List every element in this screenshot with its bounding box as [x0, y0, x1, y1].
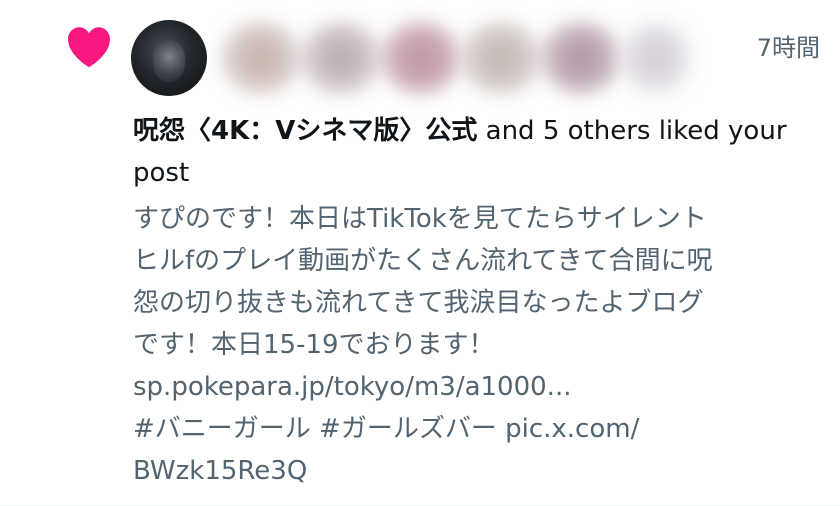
- post-hashtags[interactable]: #バニーガール #ガールズバー pic.x.com/: [133, 408, 823, 450]
- post-line: すぴのです！本日はTikTokを見てたらサイレント: [133, 204, 707, 234]
- notification-title: 呪怨〈4K：Vシネマ版〉公式 and 5 others liked your p…: [133, 110, 813, 194]
- liker-avatars: [131, 18, 691, 96]
- post-line: ヒルfのプレイ動画がたくさん流れてきて合間に呪: [133, 246, 713, 276]
- avatar[interactable]: [221, 22, 301, 94]
- actor-name[interactable]: 呪怨〈4K：Vシネマ版〉公式: [133, 116, 477, 146]
- timestamp: 7時間: [756, 34, 820, 62]
- heart-icon: [68, 27, 110, 68]
- avatar[interactable]: [621, 22, 691, 94]
- avatar[interactable]: [381, 22, 461, 94]
- post-line: です！本日15-19でおります！: [133, 330, 495, 360]
- avatar[interactable]: [131, 20, 207, 96]
- post-line: 怨の切り抜きも流れてきて我涙目なったよブログ: [133, 288, 704, 318]
- post-preview[interactable]: すぴのです！本日はTikTokを見てたらサイレント ヒルfのプレイ動画がたくさん…: [133, 198, 823, 492]
- avatar[interactable]: [301, 22, 381, 94]
- post-link[interactable]: sp.pokepara.jp/tokyo/m3/a1000...: [133, 366, 823, 408]
- avatar[interactable]: [461, 22, 541, 94]
- avatar[interactable]: [541, 22, 621, 94]
- post-link[interactable]: BWzk15Re3Q: [133, 450, 823, 492]
